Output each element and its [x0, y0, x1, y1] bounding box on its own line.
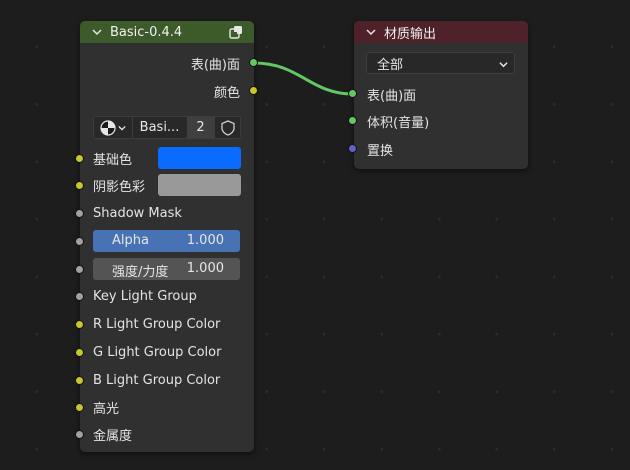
input-label: 高光 [93, 401, 120, 417]
slider-label: 强度/力度 [112, 265, 169, 280]
basic-input-r-light-group-color: R Light Group Color [93, 314, 220, 334]
input-label: 金属度 [93, 428, 133, 444]
slider-value: 1.000 [186, 261, 224, 276]
base-color-swatch[interactable] [158, 147, 241, 169]
input-label: 基础色 [93, 152, 133, 168]
material-name-field[interactable]: Basi... [132, 117, 186, 138]
slider-label: Alpha [112, 233, 149, 248]
strength-slider[interactable]: 强度/力度 1.000 [93, 258, 240, 280]
basic-node-title: Basic-0.4.4 [110, 24, 183, 40]
input-label: R Light Group Color [93, 316, 221, 332]
input-label: B Light Group Color [93, 372, 221, 388]
output-input-surface: 表(曲)面 [367, 84, 416, 104]
output-input-displacement-label: 置换 [367, 143, 394, 159]
basic-output-shader-socket[interactable] [249, 58, 258, 67]
fake-user-button[interactable] [214, 117, 240, 138]
output-label-color: 颜色 [213, 85, 240, 101]
basic-input-socket-5[interactable] [75, 292, 84, 301]
basic-input-row-9: 高光 [93, 397, 119, 417]
output-input-volume: 体积(音量) [367, 111, 429, 131]
basic-input-shadow-mask: Shadow Mask [93, 203, 182, 223]
chevron-down-icon[interactable] [366, 27, 376, 37]
input-label: 阴影色彩 [93, 179, 146, 195]
output-input-displacement: 置换 [367, 139, 393, 159]
basic-input-socket-4[interactable] [75, 265, 84, 274]
basic-input-socket-6[interactable] [75, 320, 84, 329]
input-label: Shadow Mask [93, 205, 182, 221]
basic-node-header[interactable]: Basic-0.4.4 [80, 21, 254, 43]
input-label: Key Light Group [93, 288, 197, 304]
input-label: G Light Group Color [93, 344, 222, 360]
node-group-icon[interactable] [228, 24, 244, 40]
users-count-label: 2 [196, 120, 205, 135]
output-input-volume-socket[interactable] [348, 116, 357, 125]
shadow-color-swatch[interactable] [158, 174, 241, 196]
basic-input-socket-10[interactable] [75, 430, 84, 439]
material-sphere-icon [100, 119, 116, 136]
basic-input-row-0: 基础色 [93, 148, 132, 168]
basic-input-row-1: 阴影色彩 [93, 175, 145, 195]
output-label-shader: 表(曲)面 [190, 57, 240, 73]
output-input-displacement-socket[interactable] [348, 144, 357, 153]
basic-input-socket-8[interactable] [75, 376, 84, 385]
basic-input-socket-1[interactable] [75, 181, 84, 190]
chevron-down-icon [118, 125, 126, 131]
output-input-volume-label: 体积(音量) [367, 115, 430, 131]
basic-input-socket-7[interactable] [75, 348, 84, 357]
material-users-count[interactable]: 2 [186, 117, 214, 138]
output-node-title: 材质输出 [384, 26, 437, 42]
basic-input-socket-9[interactable] [75, 403, 84, 412]
basic-input-socket-3[interactable] [75, 237, 84, 246]
basic-output-color: 颜色 [80, 81, 240, 101]
basic-input-b-light-group-color: B Light Group Color [93, 370, 220, 390]
output-target-select[interactable]: 全部 [366, 52, 515, 74]
alpha-slider[interactable]: Alpha 1.000 [93, 230, 240, 252]
chevron-down-icon [499, 62, 508, 68]
slider-value: 1.000 [186, 233, 224, 248]
basic-input-g-light-group-color: G Light Group Color [93, 342, 221, 362]
material-selector[interactable]: Basi... 2 [93, 116, 241, 139]
output-input-surface-label: 表(曲)面 [367, 88, 417, 104]
basic-input-socket-2[interactable] [75, 209, 84, 218]
basic-input-row-10: 金属度 [93, 424, 132, 444]
chevron-down-icon[interactable] [92, 27, 102, 37]
material-name: Basi... [139, 120, 180, 135]
basic-input-socket-0[interactable] [75, 154, 84, 163]
basic-output-shader: 表(曲)面 [80, 53, 240, 73]
basic-output-color-socket[interactable] [249, 86, 258, 95]
material-browse-button[interactable] [94, 117, 132, 138]
output-input-surface-socket[interactable] [348, 89, 357, 98]
output-target-value: 全部 [377, 57, 404, 73]
shield-icon [220, 119, 235, 136]
basic-input-key-light-group: Key Light Group [93, 286, 197, 306]
output-node-header[interactable]: 材质输出 [354, 21, 528, 43]
